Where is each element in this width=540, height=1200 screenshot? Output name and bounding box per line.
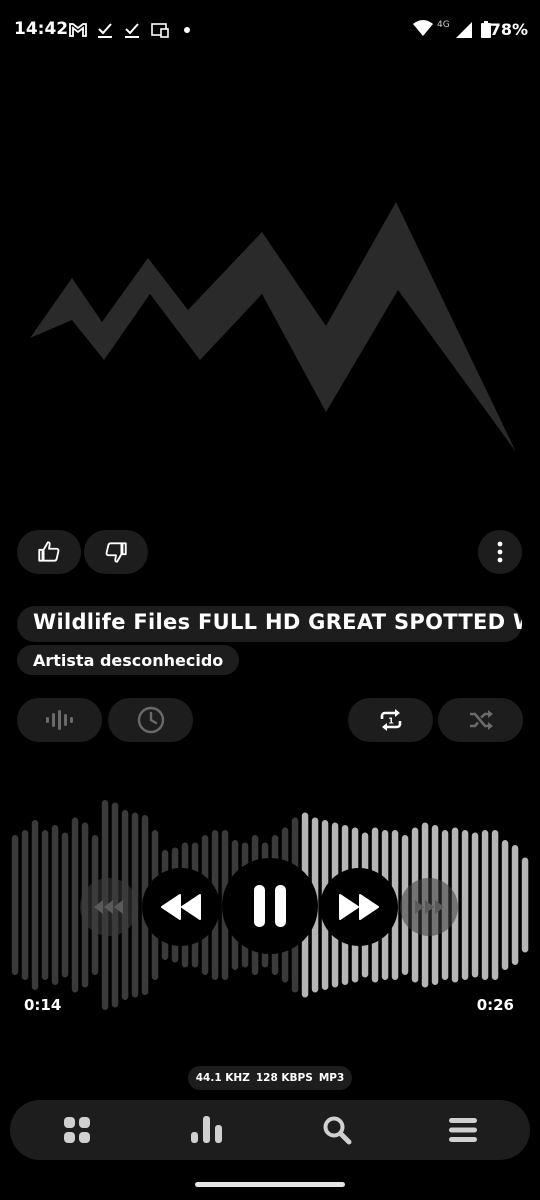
rewind-icon [161, 894, 201, 920]
clock: 14:42 [14, 19, 69, 39]
waveform-bar [521, 857, 529, 953]
total-time: 0:26 [476, 996, 514, 1014]
repeat-button[interactable]: 1 [348, 698, 433, 742]
dislike-button[interactable] [84, 530, 148, 574]
wifi-icon [413, 20, 433, 36]
waveform-bar [461, 830, 469, 980]
waveform-bar [491, 830, 499, 980]
waveform-bar [51, 825, 59, 985]
waveform-bar [21, 830, 29, 980]
thumbs-up-icon [38, 541, 60, 562]
waveform-bar [31, 820, 39, 990]
waveform-bar [501, 840, 509, 970]
thumbs-down-icon [105, 542, 127, 563]
menu-icon [449, 1118, 477, 1142]
check-icon [98, 23, 112, 38]
equalizer-button[interactable] [17, 698, 102, 742]
codec: MP3 [318, 1072, 345, 1084]
nav-search[interactable] [272, 1100, 402, 1160]
fast-forward-icon [339, 894, 379, 920]
pause-icon [254, 885, 286, 927]
fast-forward-button[interactable] [320, 868, 398, 946]
waveform-bar [471, 832, 479, 978]
previous-disabled-button[interactable] [80, 878, 138, 936]
album-art [30, 202, 516, 452]
nav-library[interactable] [12, 1100, 142, 1160]
waveform-bar [481, 830, 489, 980]
sleep-timer-button[interactable] [108, 698, 193, 742]
nav-charts[interactable] [142, 1100, 272, 1160]
mountain-logo-icon [30, 202, 516, 452]
waveform-bar [511, 845, 519, 965]
skip-back-icon [94, 900, 123, 914]
audio-format-badge: 44.1 KHZ 128 KBPS MP3 [188, 1066, 352, 1090]
cast-icon [151, 23, 169, 38]
elapsed-time: 0:14 [24, 996, 62, 1014]
bar-chart-icon [191, 1116, 222, 1143]
shuffle-icon [469, 710, 493, 730]
shuffle-button[interactable] [438, 698, 523, 742]
more-vertical-icon [497, 541, 503, 563]
rewind-button[interactable] [142, 868, 220, 946]
waveform-bar [71, 817, 79, 993]
track-title-container[interactable]: Wildlife Files FULL HD GREAT SPOTTED W [17, 606, 522, 642]
repeat-one-icon: 1 [380, 709, 401, 731]
more-options-button[interactable] [478, 530, 522, 574]
check-icon [125, 23, 139, 38]
clock-icon [137, 706, 164, 734]
grid-icon [64, 1117, 90, 1143]
gmail-icon [69, 23, 87, 37]
waveform-bar [41, 830, 49, 980]
track-title: Wildlife Files FULL HD GREAT SPOTTED W [33, 610, 522, 634]
waveform-bar [61, 832, 69, 978]
artist-chip[interactable]: Artista desconhecido [17, 645, 240, 675]
waveform-icon [45, 710, 73, 730]
svg-text:1: 1 [388, 717, 394, 726]
network-type: 4G [437, 20, 450, 30]
skip-forward-icon [415, 900, 444, 914]
bottom-navigation [10, 1100, 530, 1160]
bitrate: 128 KBPS [255, 1072, 313, 1084]
artist-name: Artista desconhecido [33, 650, 224, 670]
like-button[interactable] [17, 530, 81, 574]
signal-icon [456, 22, 472, 38]
status-bar: 14:42 4G 78% [0, 0, 540, 60]
pause-button[interactable] [222, 858, 318, 954]
battery-level: 78% [489, 20, 528, 39]
dot-icon [184, 27, 190, 33]
search-icon [323, 1116, 352, 1145]
nav-menu[interactable] [398, 1100, 528, 1160]
next-disabled-button[interactable] [400, 878, 458, 936]
sample-rate: 44.1 KHZ [195, 1072, 250, 1084]
home-indicator[interactable] [195, 1182, 345, 1187]
waveform-bar [11, 835, 19, 975]
